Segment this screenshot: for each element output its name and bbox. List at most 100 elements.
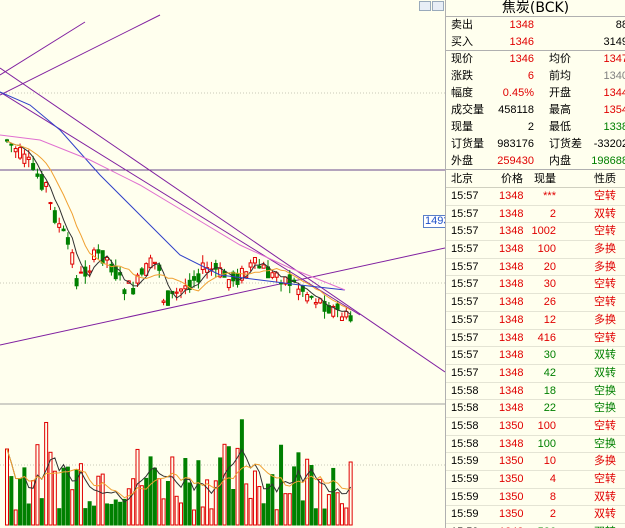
candle-body <box>139 268 144 275</box>
tick-vol: 30 <box>543 349 556 362</box>
tick-row[interactable]: 15:59 1350 10 多换 <box>446 453 625 471</box>
tick-row[interactable]: 15:57 1348 2 双转 <box>446 206 625 224</box>
tick-row[interactable]: 15:57 1348 1002 空转 <box>446 223 625 242</box>
tick-vol: 26 <box>543 296 556 309</box>
instrument-title: 焦炭(BCK) <box>446 0 625 17</box>
volume-bar <box>131 478 136 526</box>
tick-row[interactable]: 15:58 1348 18 空换 <box>446 383 625 401</box>
volume-bar <box>39 498 44 526</box>
quote-value: 3149 <box>603 36 625 48</box>
tick-row[interactable]: 15:57 1348 *** 空转 <box>446 188 625 206</box>
quote-label: 卖出 <box>451 19 473 31</box>
volume-bar <box>200 506 205 526</box>
candle-body <box>65 237 70 245</box>
tick-row[interactable]: 15:58 1348 100 空换 <box>446 436 625 454</box>
tick-row[interactable]: 15:57 1348 26 空转 <box>446 294 625 312</box>
volume-bar <box>244 483 249 526</box>
volume-bar <box>96 475 101 526</box>
volume-bar <box>9 476 14 526</box>
volume-bar <box>222 443 227 526</box>
tick-time: 15:57 <box>451 349 479 362</box>
volume-bar <box>18 478 23 526</box>
tick-vol: 30 <box>543 278 556 291</box>
tick-row[interactable]: 15:57 1348 20 多换 <box>446 259 625 277</box>
tick-time: 15:57 <box>451 207 479 220</box>
volume-bar <box>187 482 192 526</box>
tick-row[interactable]: 15:59 1350 2 双转 <box>446 506 625 525</box>
tick-time: 15:57 <box>451 190 479 202</box>
tick-row[interactable]: 15:57 1348 416 空转 <box>446 330 625 348</box>
tick-row[interactable]: 15:57 1348 100 多换 <box>446 241 625 259</box>
tick-row[interactable]: 15:58 1350 100 空转 <box>446 418 625 436</box>
quote-value: 1346 <box>509 53 534 65</box>
candle-body <box>26 156 31 160</box>
tick-vol: 2 <box>549 508 556 521</box>
volume-bar <box>105 503 110 526</box>
quote-value: 1340 <box>603 70 625 82</box>
tick-price: 1350 <box>499 419 524 432</box>
volume-bar <box>139 485 144 526</box>
tick-prop: 多换 <box>594 260 616 273</box>
tick-price: 1348 <box>499 349 524 362</box>
volume-bar <box>305 458 310 526</box>
candle-body <box>78 271 83 274</box>
tick-vol: 1002 <box>531 225 556 238</box>
tick-row[interactable]: 15:59 1348526 双转 <box>446 524 625 528</box>
tick-row[interactable]: 15:57 1348 42 双转 <box>446 365 625 383</box>
candle-body <box>165 290 170 306</box>
quote-value: 1348 <box>509 19 534 31</box>
volume-bar <box>174 495 179 526</box>
tick-prop: 双转 <box>594 490 616 503</box>
candle-body <box>74 278 79 287</box>
volume-bar <box>152 467 157 526</box>
ticks-list[interactable]: 15:57 1348 *** 空转 15:57 1348 2 双转 15:57 1348 1002 空… <box>446 188 625 528</box>
volume-bar <box>266 483 270 526</box>
volume-bar <box>170 456 175 526</box>
trend-line <box>0 247 445 346</box>
tick-row[interactable]: 15:57 1348 30 双转 <box>446 347 625 365</box>
tick-time: 15:57 <box>451 260 479 273</box>
tick-row[interactable]: 15:57 1348 12 多换 <box>446 312 625 330</box>
candle-body <box>5 139 9 142</box>
tick-price: 1350 <box>499 455 524 468</box>
candle-body <box>296 288 301 296</box>
tick-time: 15:59 <box>451 473 479 485</box>
volume-bar <box>252 470 257 526</box>
candle-body <box>18 147 23 159</box>
kline-chart-area[interactable]: 1493 <box>0 0 452 528</box>
tick-price: 1350 <box>499 508 524 521</box>
tick-vol: 8 <box>549 490 556 503</box>
candle-body <box>39 174 44 190</box>
quote-label: 幅度 <box>451 87 473 99</box>
volume-bar <box>57 508 62 526</box>
tick-row[interactable]: 15:58 1348 22 空换 <box>446 400 625 418</box>
volume-bar <box>226 446 231 526</box>
volume-bar <box>326 494 331 526</box>
tick-row[interactable]: 15:59 1350 4 空转 <box>446 471 625 489</box>
tick-price: 1348 <box>499 207 524 220</box>
ticks-header-time: 北京 <box>451 173 473 185</box>
tick-row[interactable]: 15:57 1348 30 空转 <box>446 276 625 295</box>
candle-body <box>57 223 62 228</box>
minimize-button[interactable] <box>419 1 431 11</box>
volume-bar <box>318 478 323 526</box>
tick-prop: 多换 <box>594 243 616 256</box>
kline-chart[interactable] <box>0 0 445 528</box>
tick-vol: 416 <box>537 331 556 344</box>
quote-value: -33202 <box>593 138 625 150</box>
tick-row[interactable]: 15:59 1350 8 双转 <box>446 489 625 507</box>
quote-row: 现价 1346 均价 1347 <box>446 51 625 68</box>
tick-vol: 10 <box>543 455 556 468</box>
tick-prop: 多换 <box>594 455 616 468</box>
volume-bar <box>339 503 344 526</box>
candle-body <box>252 257 257 264</box>
candle-body <box>92 249 96 260</box>
volume-bar <box>270 474 275 526</box>
quote-label: 涨跌 <box>451 70 473 82</box>
volume-bar <box>148 456 153 526</box>
maximize-button[interactable] <box>432 1 444 11</box>
tick-vol: 100 <box>537 437 556 450</box>
volume-bar <box>161 498 166 526</box>
tick-prop: 空换 <box>594 384 616 397</box>
tick-price: 1350 <box>499 473 524 485</box>
